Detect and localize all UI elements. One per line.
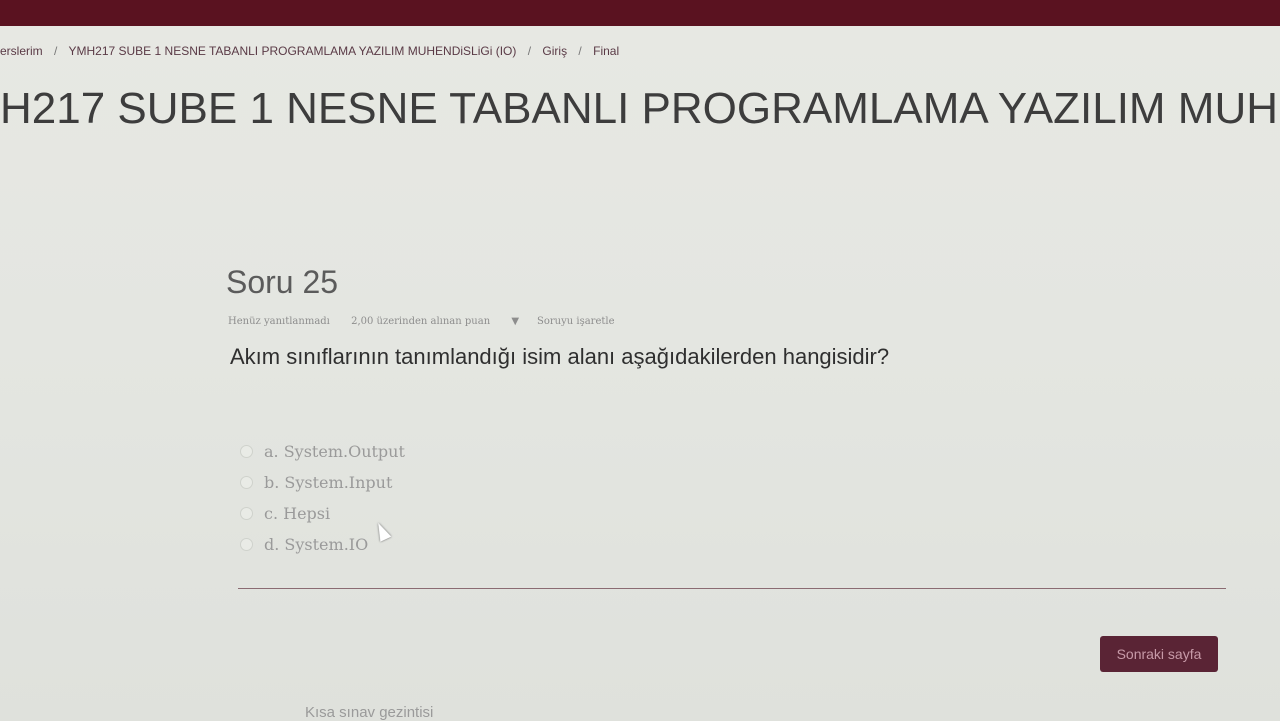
answer-radio-b[interactable] bbox=[240, 476, 253, 489]
answer-label-c[interactable]: c. Hepsi bbox=[264, 504, 330, 523]
quiz-navigation-title: Kısa sınav gezintisi bbox=[305, 704, 434, 721]
page-content: erslerim / YMH217 SUBE 1 NESNE TABANLI P… bbox=[0, 26, 1280, 720]
question-text: Akım sınıflarının tanımlandığı isim alan… bbox=[230, 344, 890, 369]
breadcrumb-item-section[interactable]: Giriş bbox=[542, 44, 567, 58]
answer-label-b[interactable]: b. System.Input bbox=[264, 473, 392, 492]
breadcrumb-item-quiz[interactable]: Final bbox=[593, 44, 619, 58]
flag-question-link[interactable]: ▼ Soruyu işaretle bbox=[511, 316, 632, 327]
answer-label-d[interactable]: d. System.IO bbox=[264, 535, 368, 554]
question-points: 2,00 üzerinden alınan puan bbox=[351, 316, 491, 327]
breadcrumb-separator: / bbox=[527, 44, 532, 58]
question-status: Henüz yanıtlanmadı bbox=[228, 316, 330, 327]
answer-radio-c[interactable] bbox=[240, 507, 253, 520]
breadcrumb-item-course[interactable]: YMH217 SUBE 1 NESNE TABANLI PROGRAMLAMA … bbox=[68, 44, 516, 58]
page-title: H217 SUBE 1 NESNE TABANLI PROGRAMLAMA YA… bbox=[0, 84, 1280, 133]
flag-icon: ▼ bbox=[511, 316, 520, 327]
question-info: Henüz yanıtlanmadı 2,00 üzerinden alınan… bbox=[228, 316, 651, 327]
breadcrumb-item-courses[interactable]: erslerim bbox=[0, 44, 43, 58]
divider bbox=[238, 588, 1226, 589]
answer-label-a[interactable]: a. System.Output bbox=[264, 442, 405, 461]
next-page-button[interactable]: Sonraki sayfa bbox=[1100, 636, 1218, 672]
answer-option-a[interactable]: a. System.Output bbox=[240, 436, 405, 467]
breadcrumb-separator: / bbox=[54, 44, 58, 58]
answer-radio-d[interactable] bbox=[240, 538, 253, 551]
breadcrumb: erslerim / YMH217 SUBE 1 NESNE TABANLI P… bbox=[0, 44, 619, 58]
flag-question-label: Soruyu işaretle bbox=[537, 316, 615, 327]
breadcrumb-separator: / bbox=[578, 44, 582, 58]
answer-radio-a[interactable] bbox=[240, 445, 253, 458]
question-number: Soru 25 bbox=[226, 264, 339, 300]
answer-option-b[interactable]: b. System.Input bbox=[240, 467, 405, 498]
